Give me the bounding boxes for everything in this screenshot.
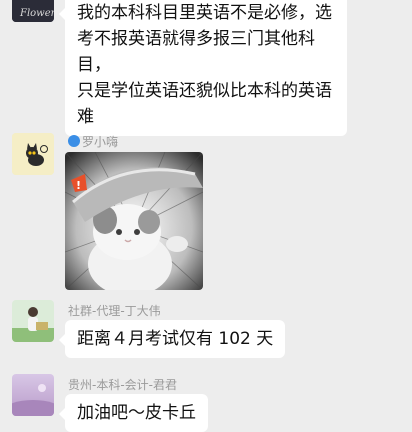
landscape-photo-avatar [12, 374, 54, 416]
message-bubble[interactable]: 距离４月考试仅有 102 天 [58, 320, 286, 358]
cat-icon [12, 133, 54, 175]
message-bubble[interactable]: 加油吧～皮卡丘 [59, 394, 208, 432]
avatar-ding-dawei[interactable] [12, 300, 54, 342]
message-text: 加油吧～皮卡丘 [77, 403, 196, 423]
droplet-icon [68, 135, 80, 147]
avatar-flower[interactable]: Flower [12, 0, 54, 22]
sender-name: 社群-代理-丁大伟 [68, 304, 161, 318]
flower-avatar-image: Flower [12, 0, 54, 22]
message-bubble[interactable]: 我的本科科目里英语不是必修，选 考不报英语就得多报三门其他科目， 只是学位英语还… [59, 0, 347, 136]
person-photo-avatar [12, 300, 54, 342]
cat-meme-photo[interactable]: ! [65, 152, 203, 290]
message-text: 我的本科科目里英语不是必修，选 考不报英语就得多报三门其他科目， 只是学位英语还… [77, 3, 332, 127]
sender-name: 罗小嗨 [68, 133, 118, 150]
svg-text:!: ! [76, 179, 81, 192]
sender-name: 贵州-本科-会计-君君 [68, 378, 177, 392]
message-text: 距离４月考试仅有 102 天 [77, 329, 274, 349]
avatar-cat[interactable] [12, 133, 54, 175]
cat-photo-image: ! [65, 152, 203, 290]
avatar-junjun[interactable] [12, 374, 54, 416]
flower-avatar-text: Flower [19, 8, 54, 19]
